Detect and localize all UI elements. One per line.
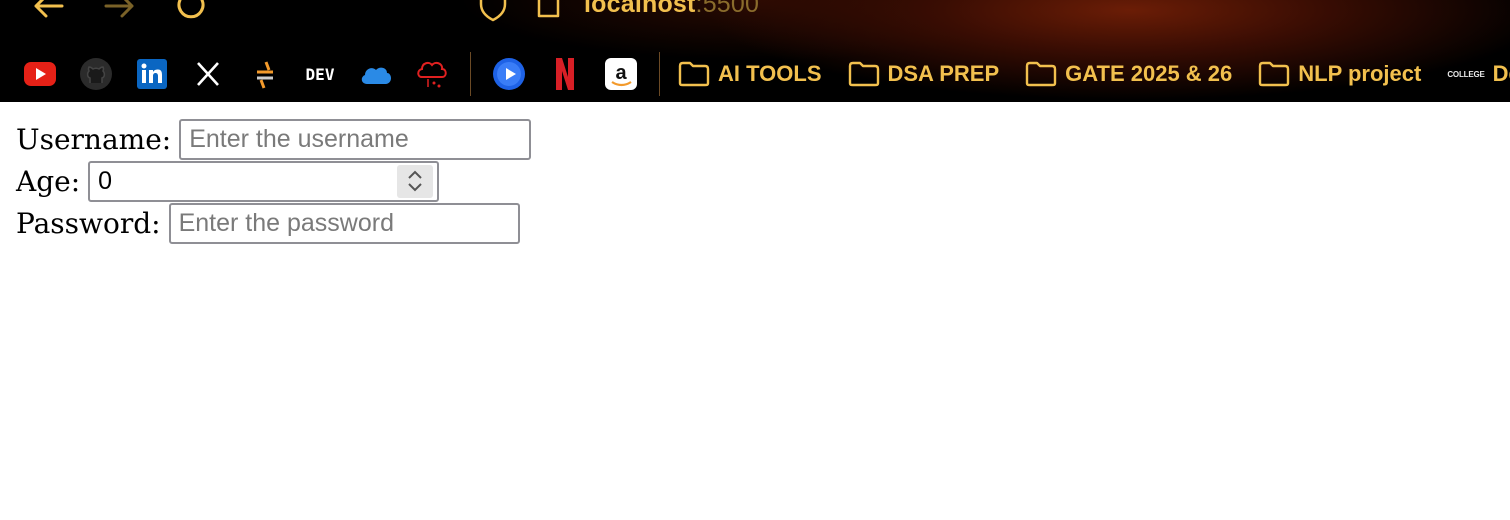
youtube-icon[interactable] xyxy=(20,54,60,94)
reload-icon xyxy=(177,0,205,19)
form-area: Username: Age: Password: xyxy=(0,102,1510,244)
bookmark-label: Del xyxy=(1492,61,1510,86)
page-icon xyxy=(537,0,560,18)
folder-icon xyxy=(1025,61,1057,87)
arrow-right-icon xyxy=(104,0,134,18)
bookmark-college[interactable]: COLLEGE Del xyxy=(1447,61,1510,87)
address-bar[interactable]: localhost:5500 xyxy=(478,0,759,22)
amazon-icon[interactable]: a xyxy=(601,54,641,94)
svg-text:a: a xyxy=(615,62,627,84)
bookmark-separator xyxy=(470,52,471,96)
age-label: Age: xyxy=(16,164,81,198)
reload-button[interactable] xyxy=(172,0,212,22)
browser-toolbar: localhost:5500 DEV a AI TOOLS DSA PREP G… xyxy=(0,0,1510,102)
cloud-icon[interactable] xyxy=(412,54,452,94)
chevron-up-icon[interactable] xyxy=(406,169,424,181)
age-field-wrapper xyxy=(88,160,440,202)
shield-icon xyxy=(479,0,507,22)
bookmark-separator xyxy=(659,52,660,96)
college-logo-icon: COLLEGE xyxy=(1447,69,1485,79)
folder-dsa-prep[interactable]: DSA PREP xyxy=(848,61,1000,87)
folder-icon xyxy=(678,61,710,87)
folder-label: NLP project xyxy=(1298,61,1422,86)
folder-icon xyxy=(1259,61,1290,87)
back-button[interactable] xyxy=(28,0,68,22)
folder-label: GATE 2025 & 26 xyxy=(1065,61,1233,86)
password-input[interactable] xyxy=(168,202,520,244)
onedrive-icon[interactable] xyxy=(356,54,396,94)
bookmarks-bar: DEV a AI TOOLS DSA PREP GATE 2025 & 26 N… xyxy=(20,52,1510,96)
folder-gate[interactable]: GATE 2025 & 26 xyxy=(1025,61,1232,87)
username-row: Username: xyxy=(16,118,1510,160)
url-host: localhost xyxy=(584,0,696,18)
dev-icon[interactable]: DEV xyxy=(300,54,340,94)
age-row: Age: xyxy=(16,160,1510,202)
dev-label: DEV xyxy=(305,64,335,84)
github-icon[interactable] xyxy=(76,54,116,94)
age-input[interactable] xyxy=(88,160,440,202)
url-port: :5500 xyxy=(695,0,760,18)
chevron-down-icon[interactable] xyxy=(406,181,424,193)
url-text: localhost:5500 xyxy=(584,0,759,19)
folder-nlp-project[interactable]: NLP project xyxy=(1258,61,1421,87)
play-icon[interactable] xyxy=(489,54,529,94)
arrow-left-icon xyxy=(34,0,64,18)
folder-label: DSA PREP xyxy=(887,61,1000,86)
folder-icon xyxy=(848,61,879,87)
username-input[interactable] xyxy=(179,118,532,160)
sourcegraph-icon[interactable] xyxy=(244,54,284,94)
netflix-icon[interactable] xyxy=(545,54,585,94)
x-icon[interactable] xyxy=(188,54,228,94)
linkedin-icon[interactable] xyxy=(132,54,172,94)
forward-button[interactable] xyxy=(100,0,140,22)
username-label: Username: xyxy=(16,122,172,156)
folder-label: AI TOOLS xyxy=(718,61,822,86)
folder-ai-tools[interactable]: AI TOOLS xyxy=(678,61,822,87)
age-stepper[interactable] xyxy=(397,164,434,198)
password-label: Password: xyxy=(16,206,161,240)
password-row: Password: xyxy=(16,202,1510,244)
